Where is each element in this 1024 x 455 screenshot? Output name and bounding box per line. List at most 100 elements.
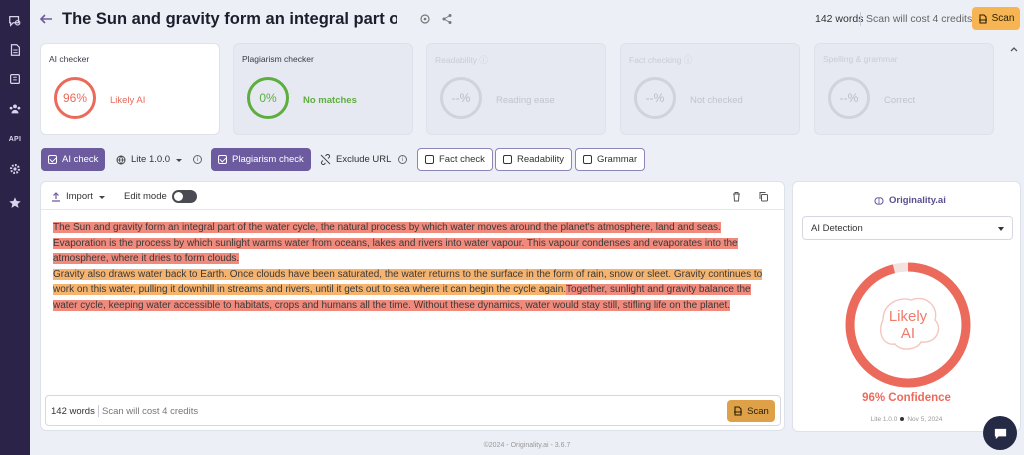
plagiarism-check-label: Plagiarism check [232, 154, 304, 165]
ai-status: Likely AI [110, 95, 146, 106]
scan-icon [978, 13, 987, 24]
team-icon[interactable] [7, 101, 23, 117]
brand-name: Originality.ai [889, 195, 946, 206]
plagiarism-score-gauge: 0% [247, 77, 289, 119]
credit-cost: Scan will cost 4 credits [866, 13, 973, 25]
credit-cost: Scan will cost 4 credits [102, 406, 199, 417]
scan-label: Scan [991, 13, 1015, 24]
sidebar: API [0, 0, 30, 455]
settings-icon[interactable] [419, 13, 431, 25]
scan-button[interactable]: Scan [727, 400, 775, 422]
detection-mode-value: AI Detection [811, 223, 863, 234]
info-icon[interactable]: i [398, 155, 407, 164]
card-title: Readability ⓘ [435, 55, 488, 65]
edit-mode-label: Edit mode [124, 191, 167, 202]
fact-check-toggle[interactable]: Fact check [417, 148, 493, 171]
grammar-gauge: --% [828, 77, 870, 119]
plagiarism-status: No matches [303, 95, 357, 106]
result-panel: Originality.ai AI Detection Likely AI 96… [792, 181, 1021, 432]
exclude-url-label: Exclude URL [336, 154, 392, 165]
editor-toolbar: Import Edit mode [41, 182, 784, 210]
editor-footer: 142 words Scan will cost 4 credits Scan [45, 395, 781, 426]
card-title: AI checker [49, 54, 90, 64]
caret-down-icon [176, 158, 183, 162]
model-version: Lite 1.0.0 [870, 416, 898, 423]
readability-label: Readability [517, 154, 564, 165]
chat-icon [994, 428, 1006, 439]
scan-button[interactable]: Scan [972, 7, 1020, 30]
api-icon[interactable]: API [7, 131, 23, 147]
word-count: 142 words [51, 406, 95, 417]
grammar-toggle[interactable]: Grammar [575, 148, 646, 171]
card-title: Spelling & grammar [823, 54, 898, 64]
word-count: 142 words [815, 13, 864, 25]
chevron-up-icon[interactable] [1009, 44, 1019, 54]
document-text[interactable]: The Sun and gravity form an integral par… [53, 220, 775, 313]
model-select[interactable]: Lite 1.0.0 [112, 148, 187, 171]
star-icon[interactable] [7, 195, 23, 211]
card-plagiarism-checker[interactable]: Plagiarism checker 0% No matches [233, 43, 413, 135]
document-icon[interactable] [7, 42, 23, 58]
plagiarism-check-toggle[interactable]: Plagiarism check [211, 148, 311, 171]
caret-down-icon [998, 227, 1004, 231]
trash-icon[interactable] [731, 191, 742, 202]
ai-check-toggle[interactable]: AI check [41, 148, 106, 171]
gear-icon[interactable] [7, 161, 23, 177]
import-button[interactable]: Import [51, 191, 106, 202]
brand: Originality.ai [873, 195, 946, 206]
checkbox-checked-icon [48, 155, 57, 164]
card-fact-checking[interactable]: Fact checking ⓘ --% Not checked [620, 43, 800, 135]
import-label: Import [66, 191, 93, 202]
card-ai-checker[interactable]: AI checker 96% Likely AI [40, 43, 220, 135]
exclude-url-button[interactable]: Exclude URL [316, 148, 395, 171]
card-readability[interactable]: Readability ⓘ --% Reading ease [426, 43, 606, 135]
ai-score-gauge: 96% [54, 77, 96, 119]
scan-date: Nov 5, 2024 [907, 416, 943, 423]
editor-panel: Import Edit mode The Sun and gravity for… [40, 181, 785, 431]
grammar-status: Correct [884, 95, 916, 106]
confidence-score: 96% Confidence [862, 392, 951, 404]
card-title: Fact checking ⓘ [629, 55, 693, 65]
detection-mode-select[interactable]: AI Detection [802, 216, 1013, 240]
fact-check-gauge: --% [634, 77, 676, 119]
checkbox-icon [583, 155, 592, 164]
verdict-line-2: AI [900, 325, 916, 342]
caret-down-icon [98, 195, 105, 199]
link-off-icon [320, 154, 331, 165]
header: The Sun and gravity form an integral par… [30, 0, 1024, 38]
library-icon[interactable] [7, 71, 23, 87]
fact-check-status: Not checked [690, 95, 743, 106]
checkbox-icon [503, 155, 512, 164]
divider [860, 12, 861, 26]
grammar-label: Grammar [597, 154, 638, 165]
chat-support-button[interactable] [983, 416, 1017, 450]
card-spelling-grammar[interactable]: Spelling & grammar --% Correct [814, 43, 994, 135]
dot-separator [900, 417, 905, 422]
ai-check-label: AI check [62, 154, 99, 165]
upload-icon [52, 191, 60, 202]
card-title: Plagiarism checker [242, 54, 314, 64]
document-title[interactable]: The Sun and gravity form an integral par… [62, 10, 397, 29]
footer: ©2024 - Originality.ai - 3.6.7 [483, 442, 571, 449]
divider [98, 405, 99, 417]
chat-search-icon[interactable] [7, 13, 23, 29]
verdict: Likely AI [843, 260, 973, 390]
scan-label: Scan [747, 405, 769, 417]
globe-icon [116, 155, 126, 164]
brain-logo-icon [874, 196, 884, 205]
verdict-line-1: Likely [888, 308, 928, 325]
readability-gauge: --% [440, 77, 482, 119]
share-icon[interactable] [441, 13, 453, 25]
copy-icon[interactable] [758, 191, 769, 202]
readability-status: Reading ease [496, 95, 555, 106]
info-icon[interactable]: i [193, 155, 202, 164]
fact-check-label: Fact check [439, 154, 485, 165]
readability-toggle[interactable]: Readability [495, 148, 572, 171]
api-label: API [8, 135, 22, 143]
model-label: Lite 1.0.0 [131, 154, 171, 165]
checkbox-icon [425, 155, 434, 164]
edit-mode-toggle[interactable] [172, 190, 197, 203]
scan-icon [734, 406, 743, 416]
highlight-ai: The Sun and gravity form an integral par… [53, 222, 738, 264]
back-arrow-icon[interactable] [39, 12, 53, 26]
